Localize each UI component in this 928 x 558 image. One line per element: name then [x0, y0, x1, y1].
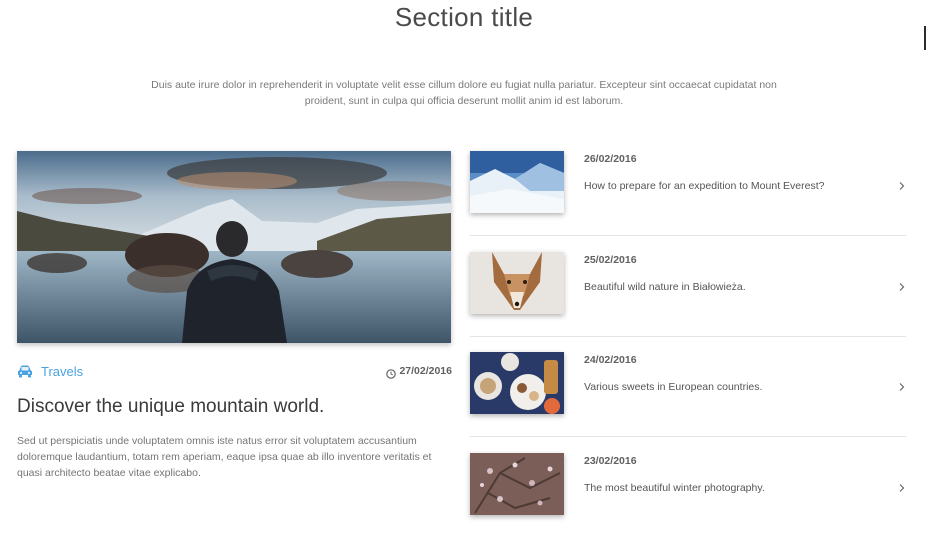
- news-item[interactable]: 25/02/2016 Beautiful wild nature in Biał…: [470, 252, 906, 352]
- news-headline[interactable]: How to prepare for an expedition to Moun…: [584, 180, 884, 192]
- news-thumbnail[interactable]: [470, 252, 564, 314]
- news-date: 25/02/2016: [584, 254, 637, 266]
- news-date: 26/02/2016: [584, 153, 637, 165]
- chevron-right-icon[interactable]: [898, 178, 906, 190]
- section-intro: Duis aute irure dolor in reprehenderit i…: [151, 79, 777, 107]
- feature-title[interactable]: Discover the unique mountain world.: [17, 396, 451, 418]
- news-thumbnail[interactable]: [470, 352, 564, 414]
- divider: [470, 336, 906, 337]
- section-title: Section title: [394, 2, 534, 32]
- news-item[interactable]: 23/02/2016 The most beautiful winter pho…: [470, 453, 906, 553]
- news-headline[interactable]: The most beautiful winter photography.: [584, 482, 884, 494]
- news-date: 24/02/2016: [584, 354, 637, 366]
- clock-icon: [386, 366, 397, 379]
- feature-category[interactable]: Travels: [17, 362, 83, 380]
- news-item[interactable]: 26/02/2016 How to prepare for an expedit…: [470, 151, 906, 251]
- news-headline[interactable]: Beautiful wild nature in Białowieża.: [584, 281, 884, 293]
- divider: [470, 436, 906, 437]
- feature-description: Sed ut perspiciatis unde voluptatem omni…: [17, 435, 432, 479]
- feature-date: 27/02/2016: [380, 364, 452, 379]
- chevron-right-icon[interactable]: [898, 480, 906, 492]
- feature-date-text: 27/02/2016: [399, 365, 452, 377]
- feature-image[interactable]: [17, 151, 451, 343]
- scrollbar-marker: [924, 26, 926, 50]
- news-thumbnail[interactable]: [470, 151, 564, 213]
- news-headline[interactable]: Various sweets in European countries.: [584, 381, 884, 393]
- car-icon: [17, 364, 33, 378]
- category-label[interactable]: Travels: [41, 364, 83, 379]
- divider: [470, 235, 906, 236]
- news-thumbnail[interactable]: [470, 453, 564, 515]
- news-item[interactable]: 24/02/2016 Various sweets in European co…: [470, 352, 906, 452]
- chevron-right-icon[interactable]: [898, 279, 906, 291]
- chevron-right-icon[interactable]: [898, 379, 906, 391]
- news-date: 23/02/2016: [584, 455, 637, 467]
